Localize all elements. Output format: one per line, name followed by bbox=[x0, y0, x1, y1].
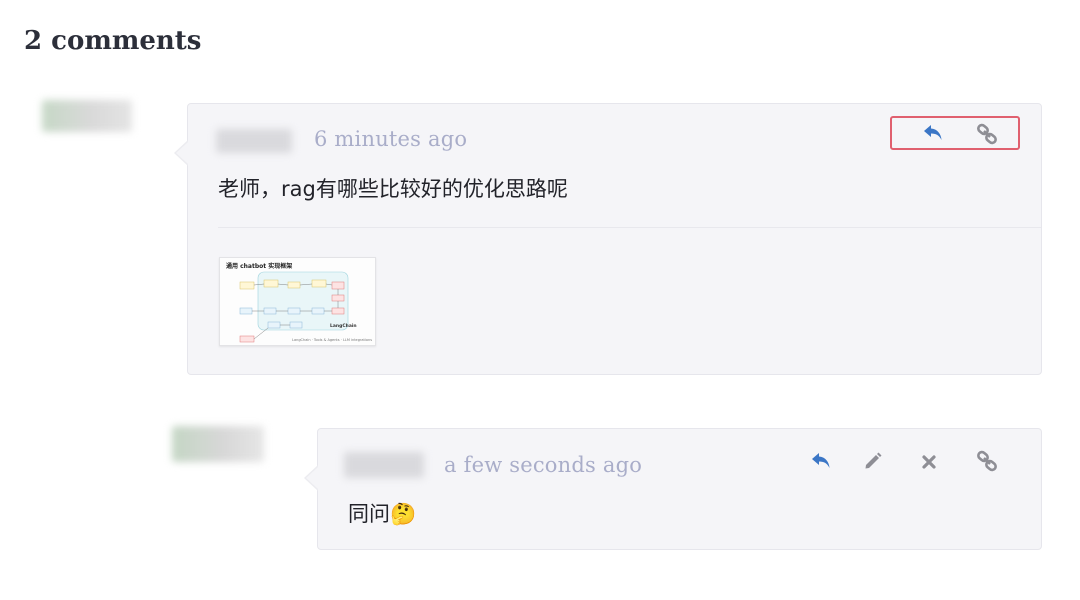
comment-timestamp[interactable]: a few seconds ago bbox=[444, 453, 642, 477]
thumbnail-diagram bbox=[239, 271, 349, 343]
comment-timestamp[interactable]: 6 minutes ago bbox=[314, 127, 467, 151]
divider bbox=[218, 227, 1041, 228]
comment-card: a few seconds ago 同问🤔 bbox=[304, 428, 1042, 550]
edit-icon[interactable] bbox=[860, 448, 886, 474]
link-icon[interactable] bbox=[974, 448, 1000, 474]
avatar[interactable] bbox=[172, 426, 264, 462]
comment-card: 6 minutes ago 老师，rag有哪些比较好的优化思路呢 通用 chat… bbox=[174, 103, 1042, 375]
comments-heading: 2 comments bbox=[24, 26, 202, 56]
comment-actions bbox=[890, 116, 1020, 150]
thumbnail-brand: LangChain bbox=[330, 324, 357, 329]
thumbnail-footer: LangChain · Tools & Agents · LLM integra… bbox=[292, 338, 373, 342]
delete-icon[interactable] bbox=[916, 449, 942, 475]
reply-icon[interactable] bbox=[920, 120, 946, 146]
reply-icon[interactable] bbox=[808, 448, 834, 474]
author-name[interactable] bbox=[216, 129, 292, 153]
avatar[interactable] bbox=[42, 100, 132, 132]
comment-text: 老师，rag有哪些比较好的优化思路呢 bbox=[218, 177, 568, 201]
link-icon[interactable] bbox=[974, 121, 1000, 147]
attachment-thumbnail[interactable]: 通用 chatbot 实现框架 LangChain LangChain · To… bbox=[219, 257, 376, 346]
author-name[interactable] bbox=[344, 452, 424, 478]
comment-text: 同问🤔 bbox=[348, 502, 417, 526]
